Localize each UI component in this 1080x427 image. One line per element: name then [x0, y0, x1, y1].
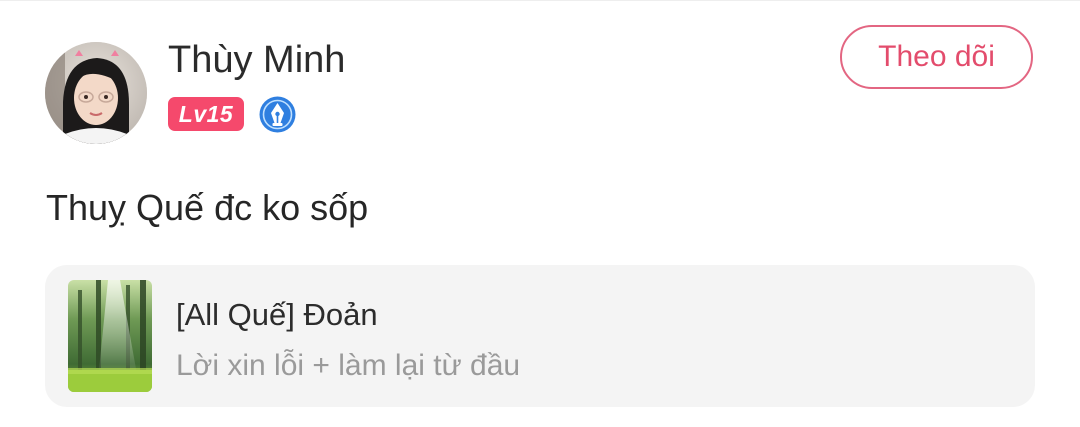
post-text: Thuỵ Quế đc ko sốp — [46, 187, 369, 228]
avatar[interactable] — [45, 42, 147, 144]
story-cover — [68, 280, 152, 392]
level-badge: Lv15 — [168, 97, 244, 131]
username[interactable]: Thùy Minh — [168, 38, 345, 82]
top-divider — [0, 0, 1080, 1]
story-subtitle: Lời xin lỗi + làm lại từ đầu — [176, 349, 521, 382]
avatar-photo-icon — [45, 42, 147, 144]
follow-button[interactable]: Theo dõi — [840, 25, 1033, 89]
story-title: [All Quế] Đoản — [176, 297, 378, 332]
story-card[interactable]: [All Quế] Đoản Lời xin lỗi + làm lại từ … — [45, 265, 1035, 407]
pen-nib-icon — [259, 96, 296, 133]
forest-cover-image-icon — [68, 280, 152, 392]
